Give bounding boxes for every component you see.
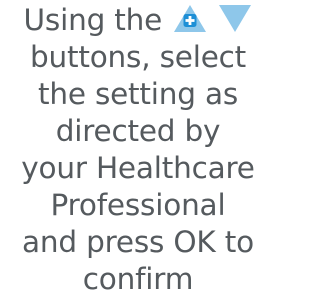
instruction-line-2: buttons, select	[29, 40, 247, 74]
down-triangle-icon	[218, 4, 252, 33]
instruction-line-3: the setting as	[37, 77, 239, 111]
plus-up-triangle-icon	[173, 4, 207, 33]
instruction-line-1-text: Using the	[23, 3, 163, 37]
instruction-text: Using the buttons, select the setting as…	[0, 2, 276, 298]
instruction-line-5: your Healthcare	[21, 151, 255, 185]
instruction-line-8: confirm	[82, 262, 194, 296]
instruction-line-6: Professional	[50, 188, 226, 222]
instruction-line-4: directed by	[55, 114, 221, 148]
instruction-line-1: Using the	[0, 2, 276, 39]
instruction-line-7: and press OK to	[22, 225, 254, 259]
